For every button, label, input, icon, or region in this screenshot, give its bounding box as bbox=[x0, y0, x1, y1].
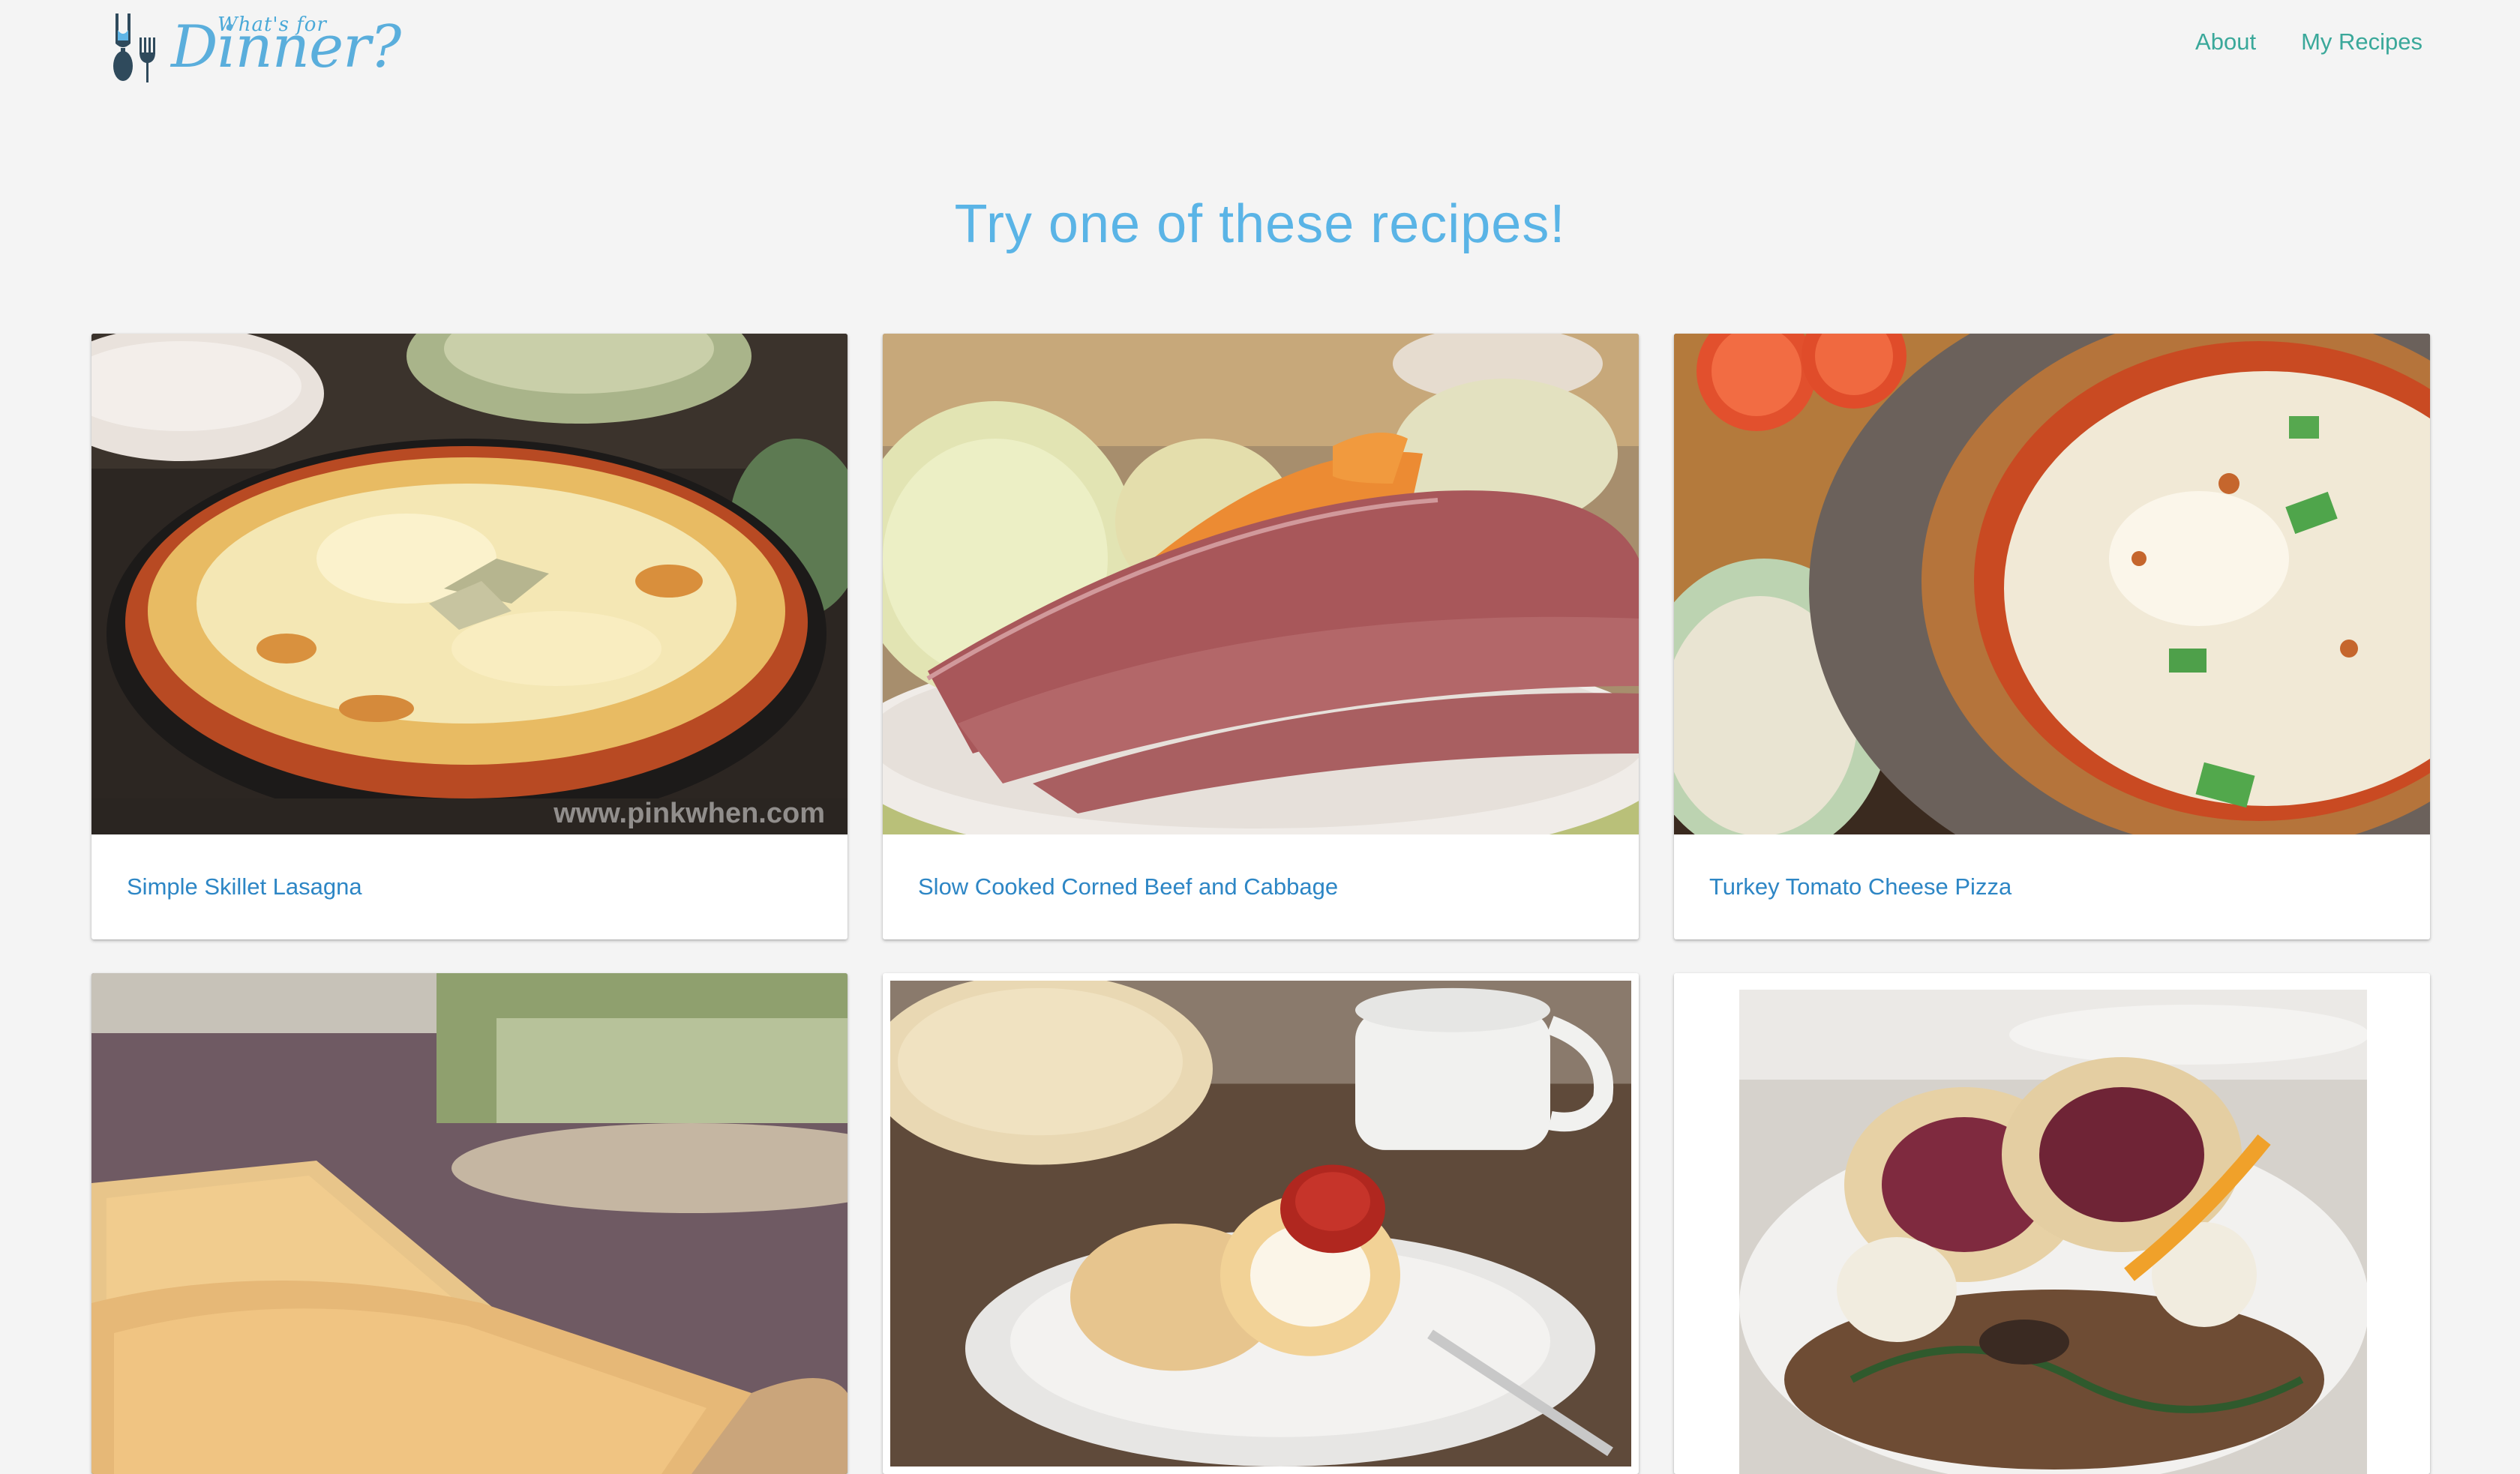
recipe-grid: www.pinkwhen.com Simple Skillet Lasagna bbox=[92, 334, 2430, 1474]
lasagna-photo[interactable]: www.pinkwhen.com bbox=[92, 334, 848, 834]
recipe-card[interactable] bbox=[883, 973, 1639, 1474]
cheese-scones-photo[interactable] bbox=[92, 973, 848, 1474]
recipe-card[interactable] bbox=[1674, 973, 2430, 1474]
page-title: Try one of these recipes! bbox=[954, 194, 1566, 254]
site-header: What's for Dinner? About My Recipes bbox=[0, 0, 2520, 90]
recipe-title[interactable]: Slow Cooked Corned Beef and Cabbage bbox=[883, 834, 1639, 939]
logo-big-text: Dinner? bbox=[171, 13, 401, 81]
recipe-card[interactable]: www.pinkwhen.com Simple Skillet Lasagna bbox=[92, 334, 848, 939]
recipe-link[interactable]: Turkey Tomato Cheese Pizza bbox=[1709, 873, 2012, 900]
watermark-text: www.pinkwhen.com bbox=[554, 798, 825, 829]
recipe-card[interactable]: Slow Cooked Corned Beef and Cabbage bbox=[883, 334, 1639, 939]
recipe-link[interactable]: Slow Cooked Corned Beef and Cabbage bbox=[918, 873, 1338, 900]
recipe-card[interactable] bbox=[92, 973, 848, 1474]
nav-my-recipes-link[interactable]: My Recipes bbox=[2301, 28, 2422, 55]
recipe-link[interactable]: Simple Skillet Lasagna bbox=[127, 873, 362, 900]
corned-beef-photo[interactable] bbox=[883, 334, 1639, 834]
main-nav: About My Recipes bbox=[2195, 28, 2422, 55]
recipe-title[interactable]: Turkey Tomato Cheese Pizza bbox=[1674, 834, 2430, 939]
recipe-title[interactable]: Simple Skillet Lasagna bbox=[92, 834, 848, 939]
beef-wellington-photo[interactable] bbox=[1674, 973, 2430, 1474]
logo-link[interactable]: What's for Dinner? bbox=[105, 7, 401, 82]
recipe-card[interactable]: Turkey Tomato Cheese Pizza bbox=[1674, 334, 2430, 939]
nav-about-link[interactable]: About bbox=[2195, 28, 2256, 55]
logo-wordmark: What's for Dinner? bbox=[171, 7, 401, 76]
pizza-photo[interactable] bbox=[1674, 334, 2430, 834]
fork-spoon-logo-icon bbox=[113, 13, 155, 82]
scone-jam-cream-photo[interactable] bbox=[883, 973, 1639, 1474]
